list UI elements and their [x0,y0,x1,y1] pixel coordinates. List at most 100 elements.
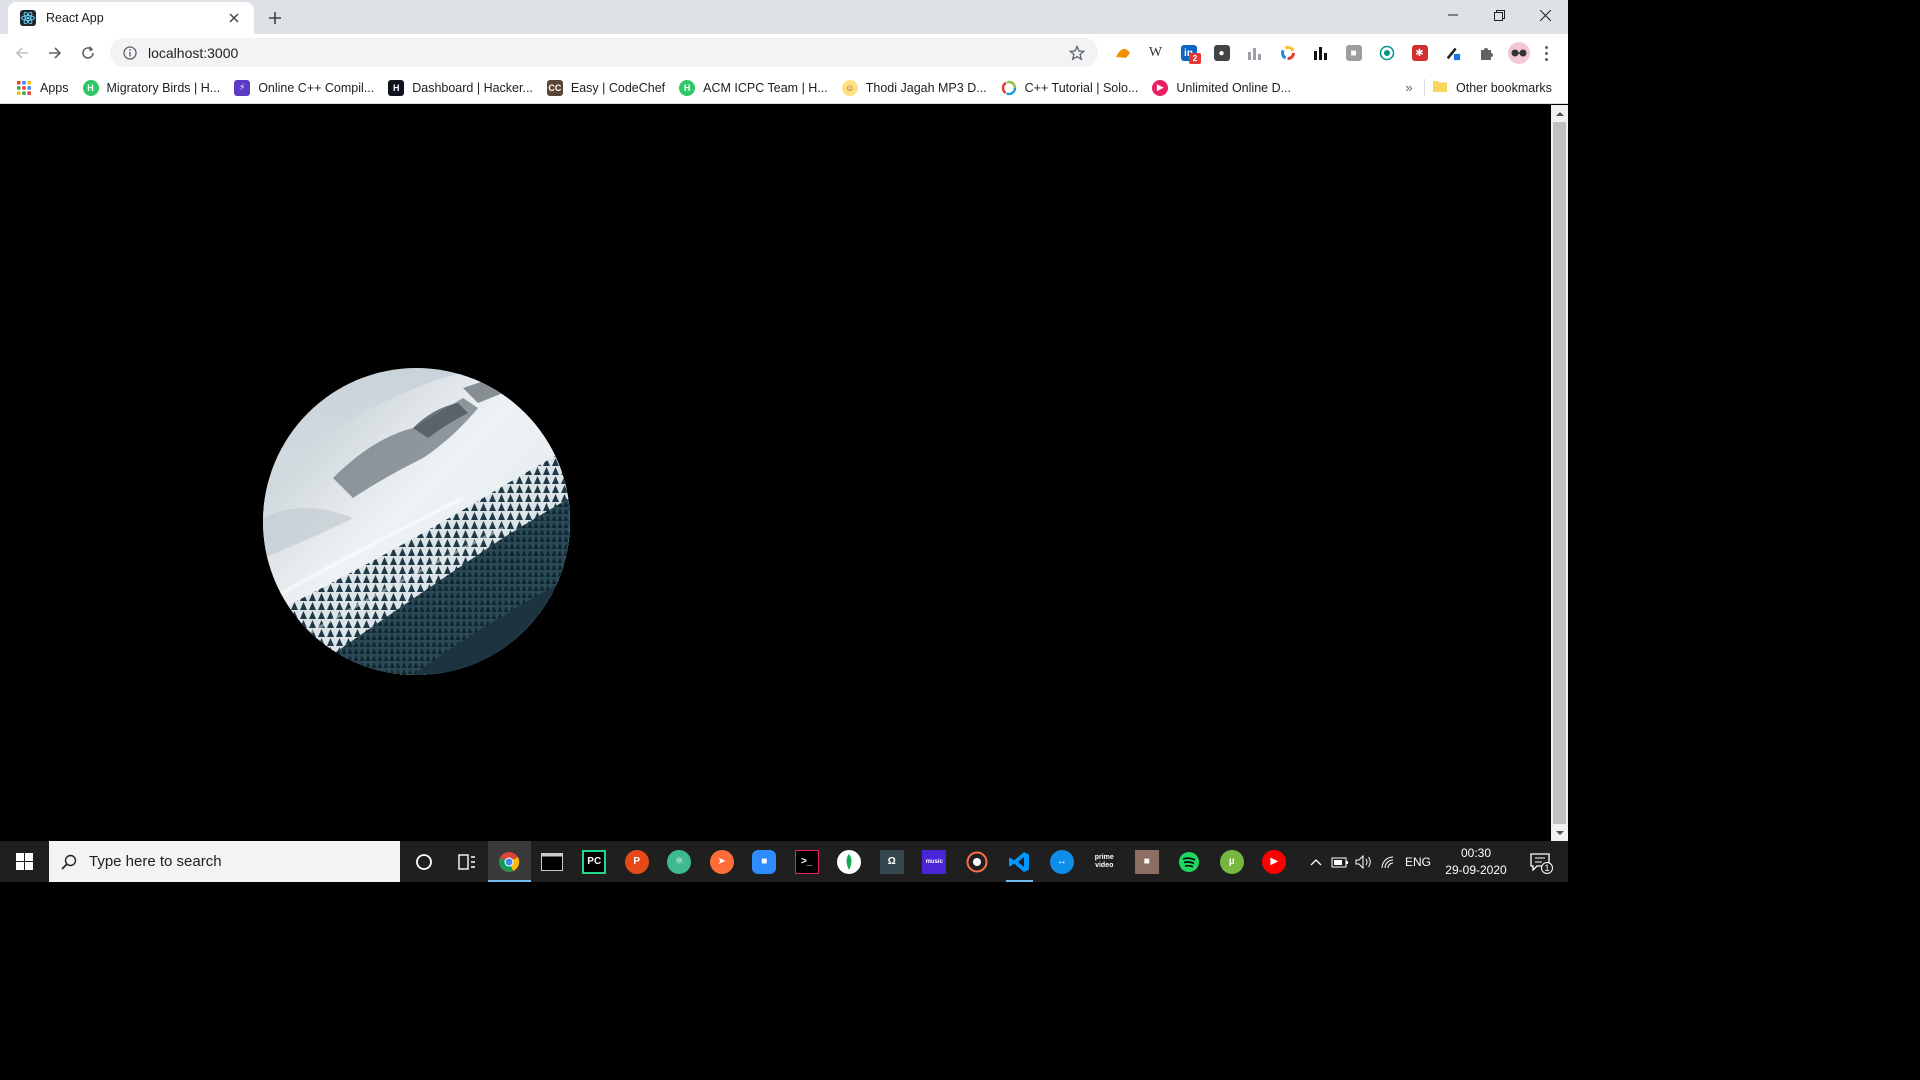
wikipedia-icon: W [1148,45,1163,60]
extension-linkedin[interactable]: in 2 [1172,39,1205,67]
bookmark-thodi-jagah[interactable]: ☺ Thodi Jagah MP3 D... [836,74,995,102]
url-text: localhost:3000 [148,44,239,61]
taskbar-zoom[interactable]: ■ [743,841,786,882]
p-app-icon: P [624,849,649,874]
extension-analytics[interactable] [1238,39,1271,67]
postman-icon: ➤ [709,849,734,874]
tab-close-icon[interactable] [224,8,244,28]
teal-target-icon [1379,45,1395,61]
bar-chart-black-icon [1313,45,1329,61]
forward-button[interactable] [41,39,69,67]
extension-avatar-frame[interactable]: ■ [1337,39,1370,67]
bookmark-online-cpp-compiler[interactable]: ⚡ Online C++ Compil... [228,74,382,102]
bookmark-acm-icpc[interactable]: H ACM ICPC Team | H... [673,74,836,102]
action-center-button[interactable]: 1 [1520,841,1560,882]
other-bookmarks-label: Other bookmarks [1456,80,1552,95]
site-info-icon[interactable] [122,45,138,61]
extensions-menu-button[interactable] [1469,39,1502,67]
extension-orange[interactable] [1106,39,1139,67]
mongodb-leaf-icon [837,849,862,874]
extension-pen[interactable] [1436,39,1469,67]
taskbar-spotify[interactable] [1168,841,1211,882]
bookmarks-overflow-button[interactable]: » [1400,77,1418,97]
cortana-button[interactable] [403,841,446,882]
taskbar-amazon-music[interactable]: music [913,841,956,882]
page-scrollbar[interactable] [1551,105,1568,841]
scroll-down-arrow-icon[interactable] [1551,824,1568,841]
download-site-icon: ▶ [1152,79,1169,96]
taskbar-youtube-music[interactable]: ▶ [1253,841,1296,882]
hackerrank-icon: H [82,79,99,96]
profile-button[interactable] [1502,39,1535,67]
taskbar-terminal[interactable] [531,841,574,882]
windows-taskbar: Type here to search PC P ⚛ ➤ ■ >_ Ω musi… [0,841,1568,882]
other-bookmarks-folder[interactable]: Other bookmarks [1432,71,1552,104]
bookmark-unlimited-online[interactable]: ▶ Unlimited Online D... [1146,74,1299,102]
back-button[interactable] [8,39,36,67]
taskbar-pycharm[interactable]: PC [573,841,616,882]
taskbar-clock[interactable]: 00:30 29-09-2020 [1438,841,1514,882]
atom-icon: ⚛ [667,849,692,874]
extension-wikipedia[interactable]: W [1139,39,1172,67]
battery-icon[interactable] [1328,841,1352,882]
mountain-image [263,368,570,675]
bookmark-star-icon[interactable] [1068,44,1086,62]
bookmark-hackerrank-dashboard[interactable]: H Dashboard | Hacker... [382,74,541,102]
extension-red[interactable]: ✱ [1403,39,1436,67]
tab-title: React App [46,11,104,25]
taskbar-sql-app[interactable]: Ω [871,841,914,882]
extension-stats[interactable] [1304,39,1337,67]
clock-date: 29-09-2020 [1445,862,1507,877]
taskbar-teamviewer[interactable]: ↔ [1041,841,1084,882]
bookmark-codechef[interactable]: CC Easy | CodeChef [541,74,673,102]
bookmark-label: Online C++ Compil... [258,80,375,95]
scroll-up-arrow-icon[interactable] [1551,105,1568,122]
puzzle-piece-icon [1478,45,1494,61]
bookmark-label: Unlimited Online D... [1176,80,1292,95]
taskbar-atom[interactable]: ⚛ [658,841,701,882]
tab-react-app[interactable]: React App [8,2,254,34]
bookmark-label: Apps [40,80,69,95]
browser-window: React App localhost:3000 W 2 ● ■ ✱ Apps … [0,0,1568,841]
scrollbar-thumb[interactable] [1553,122,1566,824]
language-indicator[interactable]: ENG [1400,841,1436,882]
taskbar-mongodb[interactable] [828,841,871,882]
forward-arrow-icon [49,47,62,59]
taskbar-vscode[interactable] [998,841,1041,882]
pycharm-icon: PC [582,849,607,874]
restore-button[interactable] [1476,0,1522,30]
utorrent-icon: µ [1219,849,1244,874]
new-tab-button[interactable] [262,5,288,31]
extensions-bar: W in 2 ● ■ ✱ [1106,39,1535,67]
taskbar-postman[interactable]: ➤ [701,841,744,882]
bookmark-migratory-birds[interactable]: H Migratory Birds | H... [77,74,229,102]
taskbar-book-app[interactable]: ■ [1126,841,1169,882]
taskbar-hyper[interactable]: >_ [786,841,829,882]
color-ring-icon [1280,45,1296,61]
search-icon [61,854,77,870]
wifi-icon[interactable] [1376,841,1400,882]
start-button[interactable] [0,841,48,882]
extension-colorwheel[interactable] [1271,39,1304,67]
volume-icon[interactable] [1352,841,1376,882]
browser-menu-icon[interactable] [1538,42,1554,64]
reload-button[interactable] [74,39,102,67]
taskbar-media-player[interactable] [956,841,999,882]
minimize-button[interactable] [1430,0,1476,30]
bookmark-cpp-tutorial[interactable]: C++ Tutorial | Solo... [995,74,1147,102]
taskbar-chrome[interactable] [488,841,531,882]
tray-overflow-chevron-icon[interactable] [1304,841,1328,882]
extension-teal[interactable] [1370,39,1403,67]
bookmark-apps[interactable]: Apps [10,74,77,102]
extension-location[interactable]: ● [1205,39,1238,67]
taskbar-postman-p[interactable]: P [616,841,659,882]
bookmark-label: Thodi Jagah MP3 D... [865,80,987,95]
taskbar-search-box[interactable]: Type here to search [49,841,400,882]
taskbar-prime-video[interactable]: prime video [1083,841,1126,882]
taskbar-utorrent[interactable]: µ [1211,841,1254,882]
task-view-button[interactable] [446,841,489,882]
address-bar[interactable]: localhost:3000 [110,38,1098,67]
page-viewport [0,105,1551,841]
close-window-button[interactable] [1522,0,1568,30]
back-arrow-icon [15,47,28,59]
